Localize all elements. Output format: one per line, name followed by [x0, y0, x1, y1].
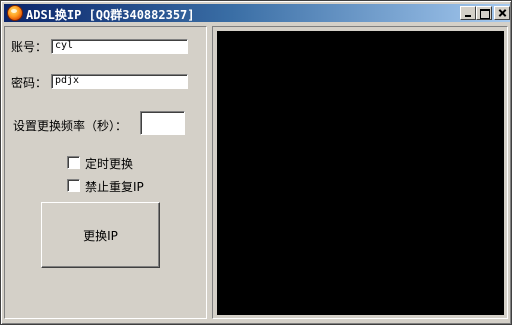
close-icon[interactable]: [494, 6, 510, 20]
output-panel: [212, 26, 508, 319]
title-bar[interactable]: ADSL换IP [QQ群340882357]: [4, 4, 510, 22]
maximize-icon[interactable]: [476, 6, 492, 20]
password-label: 密码：: [11, 76, 48, 90]
app-orb-icon: [7, 5, 23, 21]
change-ip-button-label: 更换IP: [83, 228, 118, 243]
no-repeat-ip-label: 禁止重复IP: [85, 180, 144, 194]
password-field[interactable]: pdjx: [51, 74, 188, 89]
timed-change-label: 定时更换: [85, 157, 134, 171]
account-label: 账号：: [11, 40, 48, 54]
minimize-icon[interactable]: [460, 6, 476, 20]
no-repeat-ip-checkbox-box[interactable]: [67, 179, 80, 192]
frequency-label: 设置更换频率（秒）：: [13, 119, 128, 133]
output-display: [217, 31, 504, 315]
change-ip-button[interactable]: 更换IP: [41, 202, 160, 268]
account-field[interactable]: cyl: [51, 39, 188, 54]
timed-change-checkbox-box[interactable]: [67, 156, 80, 169]
main-window: ADSL换IP [QQ群340882357] 账号： cyl 密码： pdjx …: [0, 0, 512, 325]
frequency-field[interactable]: [140, 111, 185, 135]
settings-panel: 账号： cyl 密码： pdjx 设置更换频率（秒）： 定时更换 禁止重复IP …: [4, 26, 207, 319]
window-title: ADSL换IP [QQ群340882357]: [26, 8, 195, 22]
